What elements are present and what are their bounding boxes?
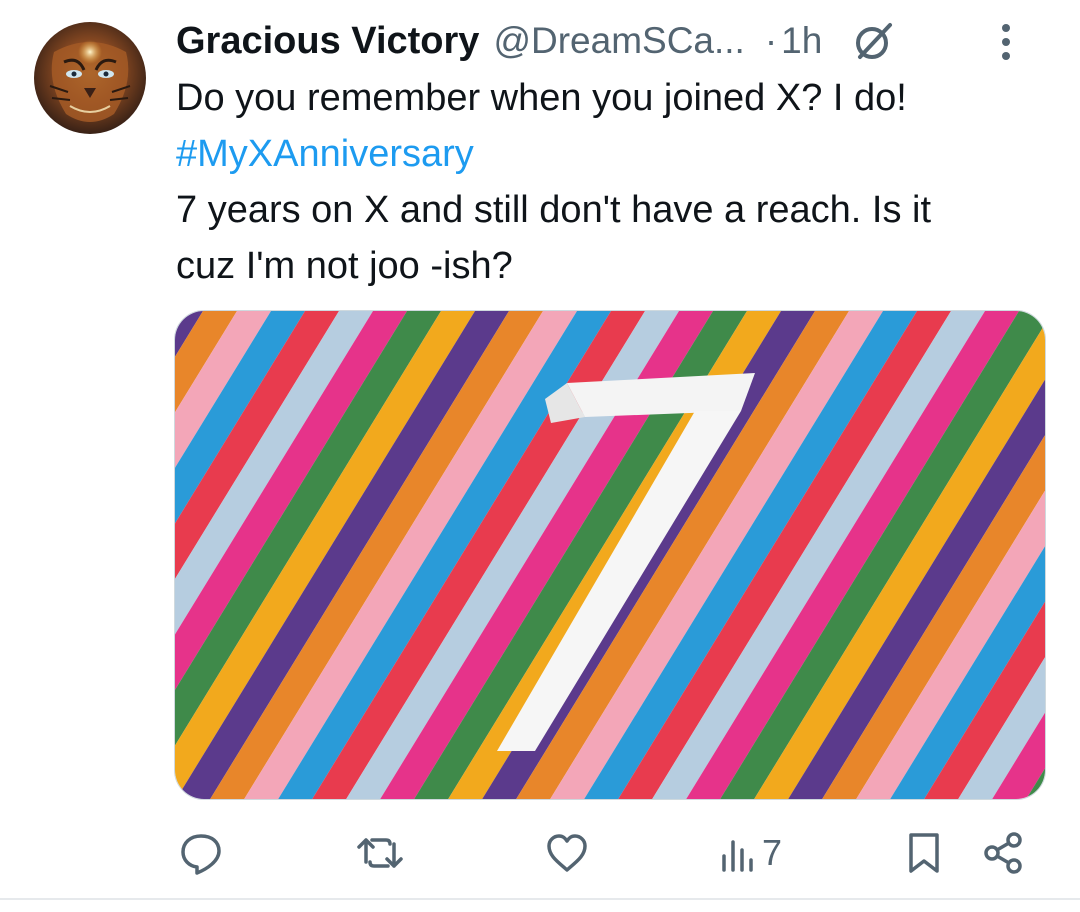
- reply-icon: [181, 834, 221, 875]
- tweet-text: Do you remember when you joined X? I do!…: [176, 70, 1056, 294]
- anniversary-7-image: [175, 311, 1045, 799]
- repost-button[interactable]: [356, 818, 404, 888]
- more-vertical-icon[interactable]: [986, 20, 1026, 64]
- reply-button[interactable]: [178, 818, 224, 888]
- separator-dot: ·: [764, 20, 778, 61]
- user-handle[interactable]: @DreamSCa...: [493, 20, 744, 62]
- grok-icon[interactable]: [848, 15, 900, 67]
- action-bar: 7: [170, 818, 1040, 888]
- tweet-text-line: cuz I'm not joo -ish?: [176, 245, 513, 287]
- share-button[interactable]: [982, 818, 1026, 888]
- tweet[interactable]: Gracious Victory @DreamSCa... · 1h Do yo…: [0, 0, 1080, 912]
- views-count: 7: [762, 832, 783, 873]
- divider: [0, 898, 1080, 900]
- tweet-header: Gracious Victory @DreamSCa... · 1h: [176, 14, 1056, 68]
- views-button[interactable]: 7: [718, 818, 782, 888]
- bookmark-icon: [909, 833, 939, 873]
- tweet-text-line: Do you remember when you joined X? I do!: [176, 77, 907, 119]
- display-name[interactable]: Gracious Victory: [176, 20, 479, 63]
- timestamp[interactable]: 1h: [781, 20, 822, 62]
- hashtag-link[interactable]: #MyXAnniversary: [176, 126, 1056, 182]
- repost-icon: [357, 838, 403, 868]
- tweet-media-image[interactable]: [174, 310, 1046, 800]
- like-icon: [547, 834, 587, 872]
- bookmark-button[interactable]: [904, 818, 944, 888]
- tiger-avatar[interactable]: [34, 22, 146, 134]
- share-icon: [984, 832, 1022, 874]
- tweet-text-line: 7 years on X and still don't have a reac…: [176, 189, 932, 231]
- like-button[interactable]: [544, 818, 590, 888]
- views-icon: [722, 840, 753, 872]
